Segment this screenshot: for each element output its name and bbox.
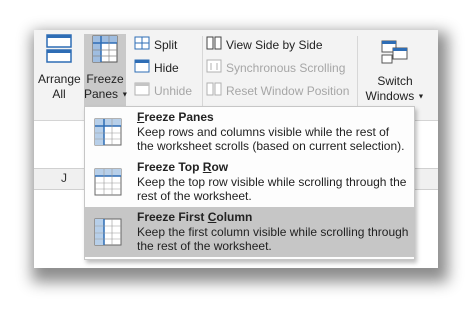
hide-button[interactable]: Hide [134, 59, 179, 77]
freeze-top-row-icon [93, 167, 123, 202]
switch-windows-button[interactable]: Switch Windows ▼ [364, 38, 426, 104]
arrange-all-label-2: All [52, 87, 66, 101]
menu-item-title: Freeze Top Row [137, 160, 228, 174]
freeze-panes-icon [93, 117, 123, 152]
view-side-by-side-label: View Side by Side [226, 38, 323, 52]
reset-window-position-button[interactable]: Reset Window Position [206, 82, 349, 100]
menu-item-freeze-top-row[interactable]: Freeze Top Row Keep the top row visible … [85, 157, 414, 207]
freeze-panes-label-2: Panes ▼ [84, 87, 129, 102]
freeze-panes-menu: Freeze Panes Keep rows and columns visib… [84, 106, 415, 260]
split-button[interactable]: Split [134, 36, 177, 54]
unhide-button[interactable]: Unhide [134, 82, 192, 100]
menu-item-title: Freeze First Column [137, 210, 252, 224]
chevron-down-icon: ▼ [121, 91, 129, 99]
unhide-label: Unhide [154, 84, 193, 98]
menu-item-title: Freeze Panes [137, 110, 214, 124]
ribbon-separator-2 [357, 36, 358, 112]
split-label: Split [154, 38, 178, 52]
synchronous-scrolling-icon [206, 59, 222, 78]
switch-windows-icon [364, 38, 426, 70]
view-side-by-side-icon [206, 36, 222, 55]
title-text: Freeze First [137, 210, 208, 224]
switch-windows-label-2: Windows ▼ [364, 89, 426, 104]
switch-windows-label-text: Windows [365, 89, 415, 103]
title-text: Freeze Top [137, 160, 203, 174]
hide-icon [134, 59, 150, 78]
menu-item-freeze-first-column[interactable]: Freeze First Column Keep the first colum… [85, 207, 414, 257]
split-icon [134, 36, 150, 55]
title-text: ow [211, 160, 229, 174]
freeze-first-column-icon [93, 217, 123, 252]
menu-item-description: Keep rows and columns visible while the … [137, 125, 405, 153]
reset-window-position-icon [206, 82, 222, 101]
freeze-panes-label-text: Panes [84, 87, 119, 101]
arrange-all-icon [38, 34, 80, 68]
synchronous-scrolling-button[interactable]: Synchronous Scrolling [206, 59, 345, 77]
ribbon-separator [202, 36, 203, 112]
synchronous-scrolling-label: Synchronous Scrolling [226, 61, 346, 75]
unhide-icon [134, 82, 150, 101]
freeze-panes-icon [84, 34, 126, 68]
freeze-panes-label-1: Freeze [86, 72, 124, 86]
title-text: olumn [216, 210, 253, 224]
hide-label: Hide [154, 61, 179, 75]
menu-item-description: Keep the first column visible while scro… [137, 225, 409, 253]
menu-item-freeze-panes[interactable]: Freeze Panes Keep rows and columns visib… [85, 107, 414, 157]
arrange-all-button[interactable]: Arrange All [38, 34, 81, 102]
column-header-j[interactable]: J [61, 171, 67, 185]
chevron-down-icon: ▼ [417, 93, 425, 101]
menu-item-description: Keep the top row visible while scrolling… [137, 175, 407, 203]
reset-window-position-label: Reset Window Position [226, 84, 350, 98]
switch-windows-label-1: Switch [377, 74, 413, 88]
title-text: reeze Panes [144, 110, 214, 124]
view-side-by-side-button[interactable]: View Side by Side [206, 36, 323, 54]
freeze-panes-button[interactable]: Freeze Panes ▼ [84, 34, 129, 114]
arrange-all-label-1: Arrange [38, 72, 81, 86]
